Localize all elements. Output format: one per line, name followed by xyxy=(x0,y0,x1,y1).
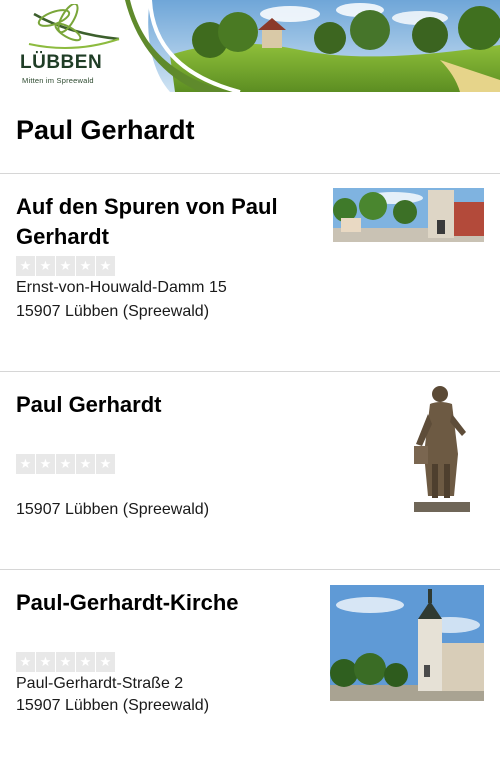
list-item[interactable]: Paul Gerhardt ★ ★ ★ ★ ★ 15907 Lübben (Sp… xyxy=(0,372,500,569)
star-icon: ★ xyxy=(16,652,35,672)
star-icon: ★ xyxy=(96,256,115,276)
town-square-church-photo[interactable] xyxy=(333,188,484,242)
star-icon: ★ xyxy=(56,652,75,672)
star-icon: ★ xyxy=(36,652,55,672)
star-icon: ★ xyxy=(36,256,55,276)
item-title[interactable]: Paul Gerhardt xyxy=(16,390,316,420)
item-title[interactable]: Paul-Gerhardt-Kirche xyxy=(16,588,316,618)
logo-wordmark: LÜBBEN xyxy=(20,52,103,73)
star-icon: ★ xyxy=(96,652,115,672)
item-city: 15907 Lübben (Spreewald) xyxy=(16,697,210,714)
item-title[interactable]: Auf den Spuren von Paul Gerhardt xyxy=(16,192,316,252)
list-item[interactable]: Paul-Gerhardt-Kirche ★ ★ ★ ★ ★ Paul-Gerh… xyxy=(0,570,500,767)
star-icon: ★ xyxy=(56,454,75,474)
star-icon: ★ xyxy=(16,454,35,474)
star-icon: ★ xyxy=(76,256,95,276)
dragonfly-icon xyxy=(28,4,120,49)
star-icon: ★ xyxy=(56,256,75,276)
item-city: 15907 Lübben (Spreewald) xyxy=(16,501,210,518)
item-street: Paul-Gerhardt-Straße 2 xyxy=(16,675,184,692)
logo-tagline: Mitten im Spreewald xyxy=(22,76,94,85)
item-street: Ernst-von-Houwald-Damm 15 xyxy=(16,279,227,296)
star-icon: ★ xyxy=(96,454,115,474)
star-icon: ★ xyxy=(16,256,35,276)
item-city: 15907 Lübben (Spreewald) xyxy=(16,303,210,320)
star-rating: ★ ★ ★ ★ ★ xyxy=(16,256,116,276)
star-icon: ★ xyxy=(36,454,55,474)
star-icon: ★ xyxy=(76,454,95,474)
page-title: Paul Gerhardt xyxy=(16,115,195,145)
list-item[interactable]: Auf den Spuren von Paul Gerhardt ★ ★ ★ ★… xyxy=(0,174,500,371)
star-rating: ★ ★ ★ ★ ★ xyxy=(16,652,116,672)
star-rating: ★ ★ ★ ★ ★ xyxy=(16,454,116,474)
star-icon: ★ xyxy=(76,652,95,672)
luebben-logo[interactable]: LÜBBEN Mitten im Spreewald xyxy=(14,0,124,92)
statue-photo[interactable] xyxy=(406,384,476,514)
church-tower-photo[interactable] xyxy=(330,585,484,701)
app-header: LÜBBEN Mitten im Spreewald xyxy=(0,0,500,92)
